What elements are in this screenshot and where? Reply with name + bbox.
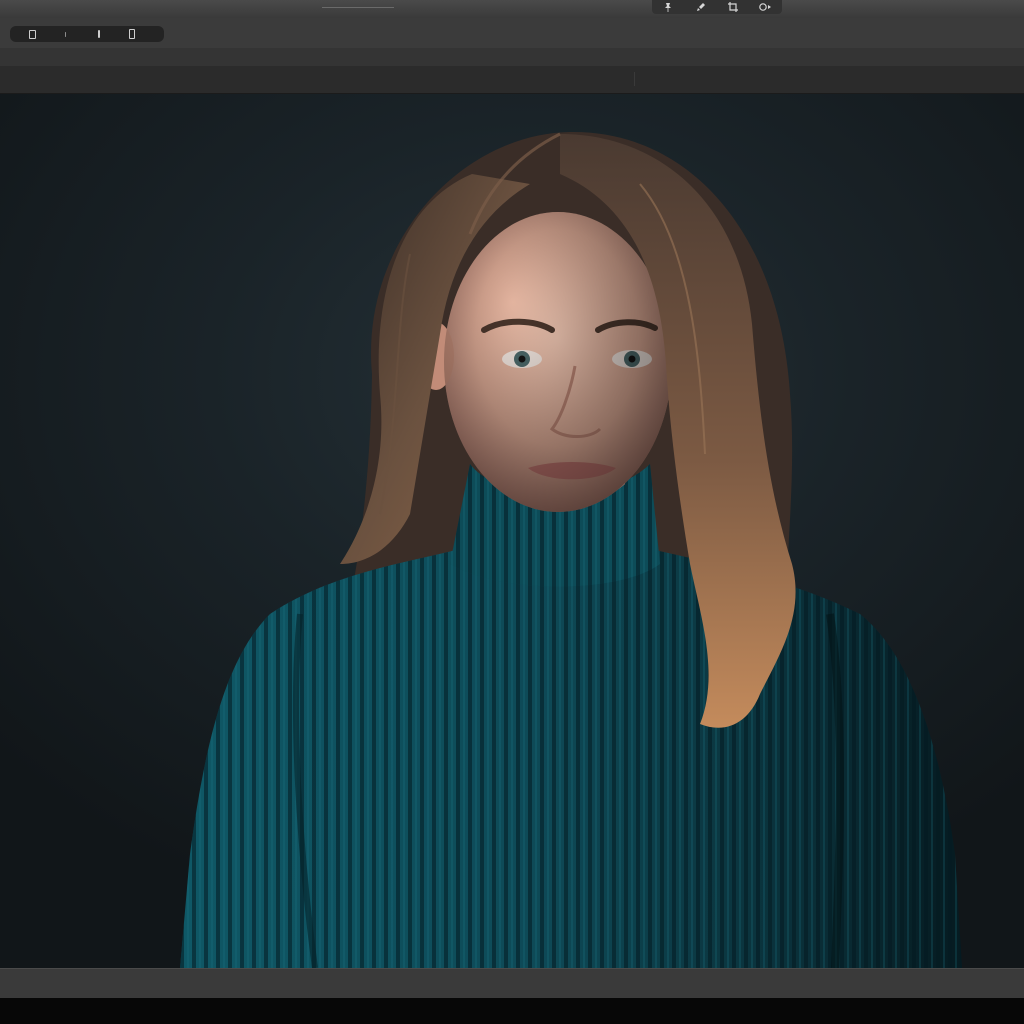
brush-icon[interactable] xyxy=(694,1,708,13)
title-tools-group xyxy=(652,0,782,14)
title-bar xyxy=(0,0,1024,19)
document-icon[interactable] xyxy=(115,26,148,42)
tab-divider xyxy=(634,72,635,86)
portrait-photo xyxy=(180,131,962,968)
app-title xyxy=(322,1,394,8)
crop-icon[interactable] xyxy=(726,1,740,13)
pin-icon[interactable] xyxy=(661,1,675,13)
tab-strip xyxy=(0,66,1024,94)
share-icon[interactable] xyxy=(758,1,773,13)
rotate-icon[interactable] xyxy=(16,26,49,42)
text-cursor-icon[interactable] xyxy=(82,26,115,42)
status-bar xyxy=(0,968,1024,999)
tool-segment-group xyxy=(10,26,164,42)
photo-canvas[interactable] xyxy=(0,94,1024,968)
bottom-edge xyxy=(0,998,1024,1024)
toolbar-gap xyxy=(0,48,1024,66)
title-menu-text[interactable] xyxy=(496,6,634,15)
toolbar xyxy=(0,18,1024,49)
divider-icon[interactable] xyxy=(49,26,82,42)
tab-left-label[interactable] xyxy=(0,66,20,93)
